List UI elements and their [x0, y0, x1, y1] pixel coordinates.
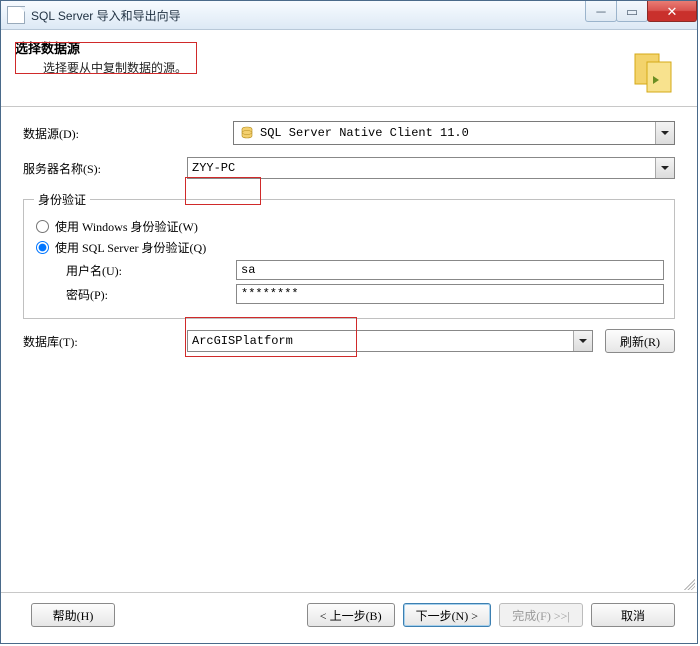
datasource-label: 数据源(D): — [23, 125, 233, 142]
next-button[interactable]: 下一步(N) > — [403, 603, 491, 627]
server-row: 服务器名称(S): — [23, 157, 675, 179]
page-subheading: 选择要从中复制数据的源。 — [43, 59, 683, 76]
datasource-row: 数据源(D): SQL Server Native Client 11.0 — [23, 121, 675, 145]
datasource-select[interactable]: SQL Server Native Client 11.0 — [233, 121, 675, 145]
close-button[interactable]: ✕ — [647, 1, 697, 22]
footer-separator — [1, 592, 697, 593]
password-input[interactable] — [236, 284, 664, 304]
auth-windows-radio-row[interactable]: 使用 Windows 身份验证(W) — [34, 218, 664, 235]
resize-grip[interactable] — [681, 576, 695, 590]
database-dropdown-button[interactable] — [573, 331, 592, 351]
server-label: 服务器名称(S): — [23, 160, 187, 177]
wizard-window: SQL Server 导入和导出向导 ─ ▭ ✕ 选择数据源 选择要从中复制数据… — [0, 0, 698, 644]
chevron-down-icon — [661, 166, 669, 170]
refresh-button[interactable]: 刷新(R) — [605, 329, 675, 353]
back-button[interactable]: < 上一步(B) — [307, 603, 395, 627]
server-input[interactable] — [188, 158, 655, 178]
help-button[interactable]: 帮助(H) — [31, 603, 115, 627]
database-row: 数据库(T): 刷新(R) — [23, 329, 675, 353]
close-icon: ✕ — [667, 5, 678, 18]
auth-sql-label: 使用 SQL Server 身份验证(Q) — [55, 239, 206, 256]
database-icon — [240, 126, 254, 140]
auth-legend: 身份验证 — [34, 191, 90, 208]
password-label: 密码(P): — [66, 286, 236, 303]
database-combobox[interactable] — [187, 330, 593, 352]
window-buttons: ─ ▭ ✕ — [586, 1, 697, 22]
titlebar: SQL Server 导入和导出向导 ─ ▭ ✕ — [1, 1, 697, 30]
cancel-button[interactable]: 取消 — [591, 603, 675, 627]
database-label: 数据库(T): — [23, 333, 187, 350]
auth-sql-radio-row[interactable]: 使用 SQL Server 身份验证(Q) — [34, 239, 664, 256]
minimize-button[interactable]: ─ — [585, 1, 617, 22]
auth-sql-radio[interactable] — [36, 241, 49, 254]
finish-button: 完成(F) >>| — [499, 603, 583, 627]
server-dropdown-button[interactable] — [655, 158, 674, 178]
footer-bar: 帮助(H) < 上一步(B) 下一步(N) > 完成(F) >>| 取消 — [1, 603, 697, 643]
page-header: 选择数据源 选择要从中复制数据的源。 — [1, 30, 697, 107]
database-input[interactable] — [188, 331, 573, 351]
auth-windows-label: 使用 Windows 身份验证(W) — [55, 218, 198, 235]
minimize-icon: ─ — [596, 5, 605, 18]
maximize-button[interactable]: ▭ — [616, 1, 648, 22]
auth-groupbox: 身份验证 使用 Windows 身份验证(W) 使用 SQL Server 身份… — [23, 191, 675, 319]
chevron-down-icon — [661, 131, 669, 135]
username-row: 用户名(U): — [66, 260, 664, 280]
password-row: 密码(P): — [66, 284, 664, 304]
content-area: 数据源(D): SQL Server Native Client 11.0 服务… — [1, 107, 697, 592]
server-combobox[interactable] — [187, 157, 675, 179]
chevron-down-icon — [579, 339, 587, 343]
page-heading: 选择数据源 — [15, 38, 683, 57]
datasource-dropdown-button[interactable] — [655, 122, 674, 144]
maximize-icon: ▭ — [626, 5, 638, 18]
datasource-value: SQL Server Native Client 11.0 — [260, 126, 655, 140]
app-icon — [7, 6, 25, 24]
username-input[interactable] — [236, 260, 664, 280]
username-label: 用户名(U): — [66, 262, 236, 279]
wizard-icon — [629, 48, 679, 98]
window-title: SQL Server 导入和导出向导 — [31, 7, 181, 24]
auth-windows-radio[interactable] — [36, 220, 49, 233]
